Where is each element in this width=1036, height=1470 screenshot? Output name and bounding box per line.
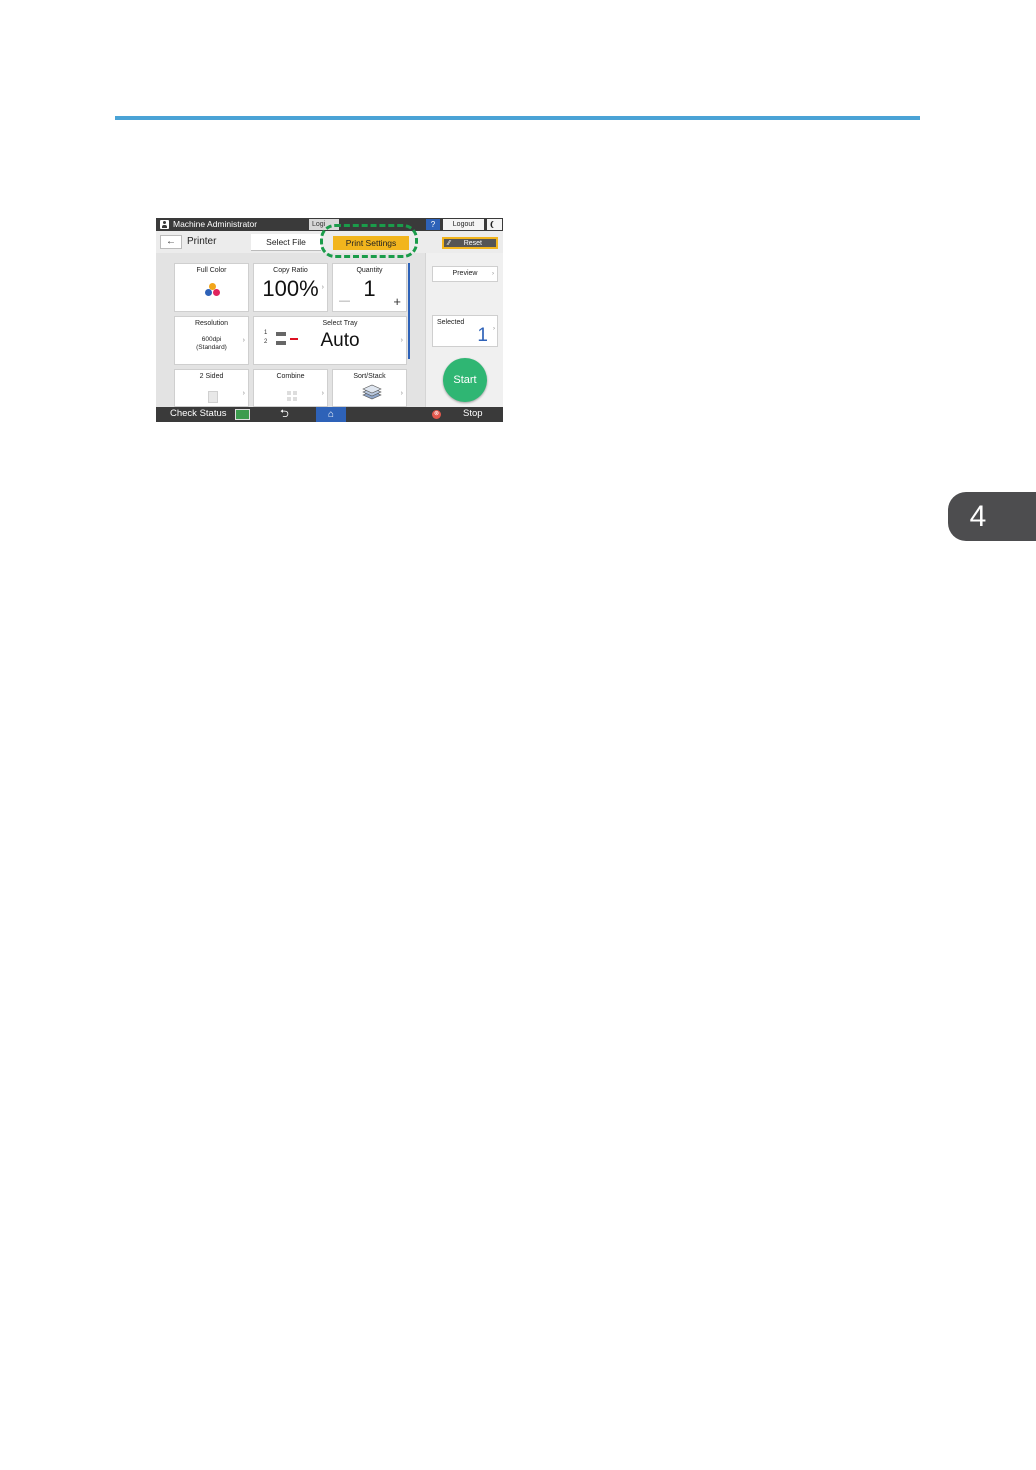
back-button[interactable]: ← — [160, 235, 182, 249]
tray-1-label: 1 — [264, 330, 268, 336]
status-ok-icon — [235, 409, 250, 420]
start-button[interactable]: Start — [443, 358, 487, 402]
select-tray-label: Select Tray — [322, 320, 358, 327]
quantity-label: Quantity — [356, 267, 383, 274]
resolution-dpi: 600dpi — [201, 336, 222, 343]
combine-icon — [287, 391, 297, 401]
color-dots-icon — [205, 283, 221, 297]
selected-count: 1 — [477, 325, 488, 346]
preview-label: Preview — [452, 270, 478, 277]
scrollbar[interactable] — [408, 263, 410, 359]
chapter-number: 4 — [969, 499, 987, 533]
help-button[interactable]: ? — [426, 219, 440, 230]
minus-icon[interactable]: — — [339, 295, 350, 307]
preview-button[interactable]: Preview › — [432, 266, 498, 282]
two-sided-label: 2 Sided — [199, 373, 224, 380]
stop-icon[interactable]: ⊗ — [432, 410, 441, 419]
chevron-right-icon: › — [400, 390, 403, 397]
duplex-icon — [208, 391, 218, 403]
sort-stack-tile[interactable]: Sort/Stack › — [332, 369, 407, 407]
moon-icon[interactable] — [487, 219, 502, 230]
user-icon — [160, 220, 169, 229]
two-sided-tile[interactable]: 2 Sided › — [174, 369, 249, 407]
plus-icon[interactable]: + — [393, 294, 401, 309]
check-status-button[interactable]: Check Status — [170, 408, 227, 419]
resolution-value: 600dpi (Standard) — [175, 336, 248, 352]
full-color-label: Full Color — [196, 267, 227, 274]
chevron-right-icon: › — [321, 284, 324, 291]
resolution-mode: (Standard) — [196, 344, 227, 351]
copy-ratio-label: Copy Ratio — [273, 267, 308, 274]
copy-ratio-tile[interactable]: Copy Ratio 100% › — [253, 263, 328, 312]
reset-button[interactable]: Reset — [442, 237, 498, 249]
header-rule — [115, 116, 920, 120]
chevron-right-icon: › — [492, 271, 494, 277]
select-tray-tile[interactable]: Select Tray 1 2 Auto › — [253, 316, 407, 365]
tray-2-label: 2 — [264, 339, 268, 345]
selected-files[interactable]: Selected 1 › — [432, 315, 498, 347]
home-icon[interactable]: ⌂ — [316, 407, 346, 422]
chapter-tab: 4 — [948, 492, 1036, 541]
chevron-right-icon: › — [242, 390, 245, 397]
chevron-right-icon: › — [400, 337, 403, 344]
tab-select-file[interactable]: Select File — [251, 234, 321, 251]
stop-button[interactable]: Stop — [463, 408, 483, 419]
copy-ratio-value: 100% — [262, 276, 319, 301]
chevron-right-icon: › — [493, 326, 495, 332]
quantity-tile[interactable]: Quantity 1 — + — [332, 263, 407, 312]
undo-back-icon[interactable]: ⮌ — [280, 407, 289, 422]
full-color-tile[interactable]: Full Color — [174, 263, 249, 312]
bottom-bar: Check Status ⮌ ⌂ ⊗ Stop — [156, 407, 503, 422]
selected-label: Selected — [437, 319, 465, 326]
chevron-right-icon: › — [242, 337, 245, 344]
resolution-label: Resolution — [194, 320, 229, 327]
select-tray-value: Auto — [320, 330, 360, 351]
resolution-tile[interactable]: Resolution 600dpi (Standard) › — [174, 316, 249, 365]
logout-button[interactable]: Logout — [443, 219, 484, 230]
combine-tile[interactable]: Combine › — [253, 369, 328, 407]
chevron-right-icon: › — [321, 390, 324, 397]
print-settings-highlight — [320, 224, 418, 258]
stack-icon — [362, 384, 382, 400]
sort-stack-label: Sort/Stack — [353, 373, 386, 380]
combine-label: Combine — [276, 373, 305, 380]
user-name: Machine Administrator — [173, 219, 258, 229]
app-title: Printer — [187, 236, 217, 247]
right-panel: Preview › Selected 1 › Start — [425, 253, 503, 407]
